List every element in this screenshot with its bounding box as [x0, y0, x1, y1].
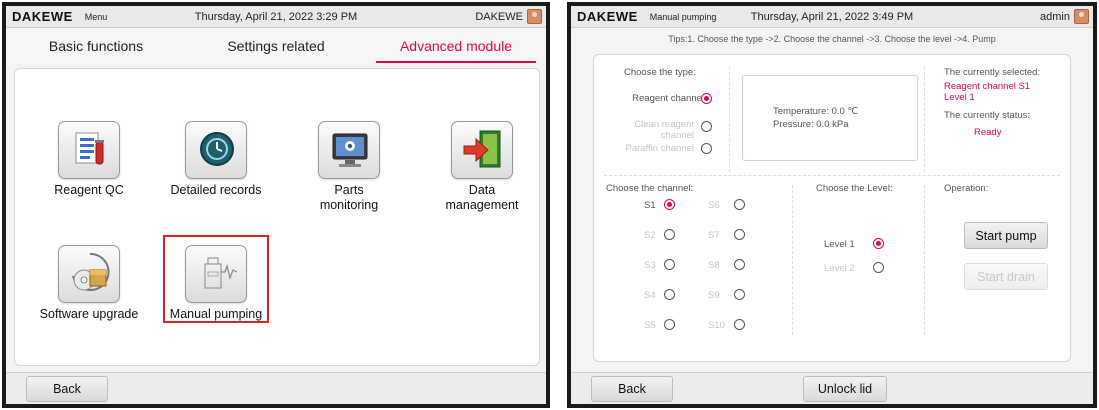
- software-upgrade-icon: [58, 245, 120, 303]
- channel-label-s9: S9: [708, 290, 720, 301]
- brand-logo: DAKEWE: [577, 9, 638, 24]
- user-area[interactable]: DAKEWE: [475, 9, 542, 24]
- type-label-paraffin: Paraffin channel: [625, 143, 695, 154]
- screen-name: Manual pumping: [649, 11, 717, 22]
- app-data-management[interactable]: Data management: [426, 121, 538, 213]
- selected-heading: The currently selected:: [944, 67, 1041, 78]
- unlock-lid-button[interactable]: Unlock lid: [803, 376, 887, 402]
- type-radio-clean[interactable]: [701, 121, 712, 132]
- selected-app-highlight: [163, 235, 269, 323]
- divider: [792, 185, 793, 335]
- channel-radio-s7[interactable]: [734, 229, 745, 240]
- footer-bar: Back: [6, 372, 546, 404]
- channel-label-s8: S8: [708, 260, 720, 271]
- screen-name: Menu: [84, 11, 108, 22]
- operation-heading: Operation:: [944, 183, 989, 194]
- app-label: Software upgrade: [39, 307, 139, 321]
- user-area[interactable]: admin: [1040, 9, 1089, 24]
- monitor-icon: [318, 121, 380, 179]
- level-label-2: Level 2: [824, 263, 855, 274]
- title-bar: DAKEWE Manual pumping Thursday, April 21…: [571, 6, 1093, 28]
- channel-radio-s10[interactable]: [734, 319, 745, 330]
- status-value: Ready: [974, 127, 1002, 138]
- channel-radio-s9[interactable]: [734, 289, 745, 300]
- records-icon: [185, 121, 247, 179]
- tab-basic-functions[interactable]: Basic functions: [6, 29, 186, 63]
- reagent-qc-icon: [58, 121, 120, 179]
- divider: [729, 67, 730, 172]
- footer-bar: Back Unlock lid: [571, 372, 1093, 404]
- channel-label-s3: S3: [644, 260, 656, 271]
- channel-radio-s3[interactable]: [664, 259, 675, 270]
- channel-label-s4: S4: [644, 290, 656, 301]
- back-button[interactable]: Back: [591, 376, 673, 402]
- brand-logo: DAKEWE: [12, 9, 73, 24]
- user-avatar-icon[interactable]: [527, 9, 542, 24]
- type-heading: Choose the type:: [624, 67, 696, 78]
- username: admin: [1040, 10, 1070, 23]
- level-heading: Choose the Level:: [816, 183, 893, 194]
- channel-label-s10: S10: [708, 320, 725, 331]
- level-label-1: Level 1: [824, 239, 855, 250]
- type-radio-reagent[interactable]: [701, 93, 712, 104]
- level-radio-1[interactable]: [873, 238, 884, 249]
- divider: [924, 67, 925, 172]
- tips-text: Tips:1. Choose the type ->2. Choose the …: [668, 34, 996, 44]
- app-label: Data management: [445, 183, 519, 212]
- selected-value: Reagent channel S1 Level 1: [944, 81, 1031, 103]
- pressure-readout: Pressure: 0.0 kPa: [773, 119, 849, 130]
- app-parts-monitoring[interactable]: Parts monitoring: [293, 121, 405, 213]
- manual-pumping-screen: DAKEWE Manual pumping Thursday, April 21…: [567, 2, 1097, 408]
- channel-radio-s1[interactable]: [664, 199, 675, 210]
- title-bar: DAKEWE Menu Thursday, April 21, 2022 3:2…: [6, 6, 546, 28]
- app-software-upgrade[interactable]: Software upgrade: [33, 245, 145, 322]
- channel-radio-s4[interactable]: [664, 289, 675, 300]
- level-radio-2[interactable]: [873, 262, 884, 273]
- tab-settings-related[interactable]: Settings related: [186, 29, 366, 63]
- user-avatar-icon[interactable]: [1074, 9, 1089, 24]
- data-exit-icon: [451, 121, 513, 179]
- channel-label-s5: S5: [644, 320, 656, 331]
- tab-advanced-module[interactable]: Advanced module: [366, 29, 546, 63]
- app-label: Detailed records: [170, 183, 262, 197]
- app-reagent-qc[interactable]: Reagent QC: [33, 121, 145, 198]
- channel-label-s2: S2: [644, 230, 656, 241]
- channel-label-s6: S6: [708, 200, 720, 211]
- divider: [604, 175, 1060, 176]
- temperature-readout: Temperature: 0.0 ℃: [773, 106, 859, 117]
- divider: [924, 185, 925, 335]
- channel-radio-s8[interactable]: [734, 259, 745, 270]
- channel-label-s1: S1: [644, 200, 656, 211]
- app-detailed-records[interactable]: Detailed records: [160, 121, 272, 198]
- username: DAKEWE: [475, 10, 523, 23]
- status-heading: The currently status:: [944, 110, 1031, 121]
- channel-radio-s6[interactable]: [734, 199, 745, 210]
- channel-radio-s2[interactable]: [664, 229, 675, 240]
- sensor-info-box: Temperature: 0.0 ℃ Pressure: 0.0 kPa: [742, 75, 918, 161]
- type-label-reagent: Reagent channel: [632, 93, 704, 104]
- type-label-clean: Clean reagent channel: [634, 119, 694, 141]
- channel-heading: Choose the channel:: [606, 183, 694, 194]
- channel-label-s7: S7: [708, 230, 720, 241]
- channel-radio-s5[interactable]: [664, 319, 675, 330]
- module-panel: Reagent QC Detailed records Parts monito…: [14, 68, 540, 366]
- app-label: Parts monitoring: [319, 183, 379, 212]
- start-pump-button[interactable]: Start pump: [964, 222, 1048, 249]
- menu-screen: DAKEWE Menu Thursday, April 21, 2022 3:2…: [2, 2, 550, 408]
- app-label: Reagent QC: [54, 183, 124, 197]
- back-button[interactable]: Back: [26, 376, 108, 402]
- tab-bar: Basic functions Settings related Advance…: [6, 29, 546, 63]
- start-drain-button[interactable]: Start drain: [964, 263, 1048, 290]
- pumping-panel: Choose the type: Reagent channel Clean r…: [593, 54, 1071, 362]
- type-radio-paraffin[interactable]: [701, 143, 712, 154]
